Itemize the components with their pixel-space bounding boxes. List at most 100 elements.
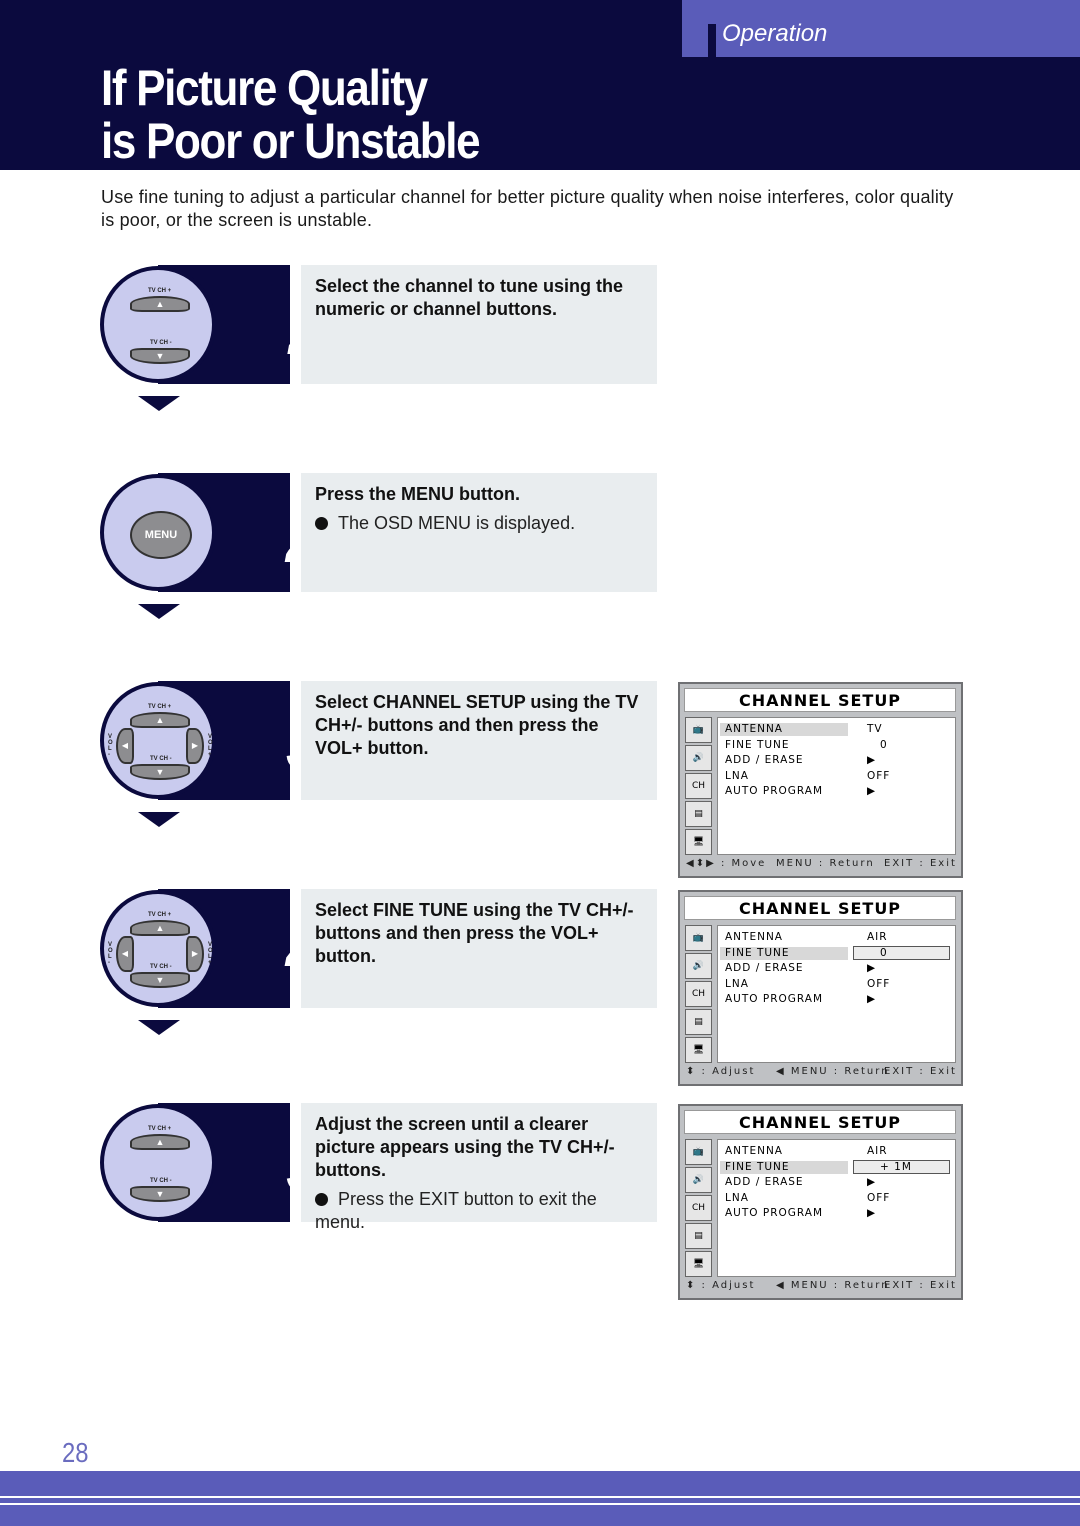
osd-row-antenna[interactable]: ANTENNA AIR — [720, 1145, 955, 1158]
osd-sidebar: 📺 🔊 CH ▤ 🖥 — [685, 925, 714, 1065]
channel-icon: CH — [685, 773, 712, 799]
remote-ch-up-down-buttons-icon: TV CH + ▲ TV CH - ▼ — [100, 266, 216, 383]
step-main-text: Press the MENU button. — [315, 484, 521, 504]
down-arrow-icon — [138, 604, 180, 619]
osd-row-add-erase[interactable]: ADD / ERASE ▶ — [720, 754, 955, 767]
osd-row-value: OFF — [867, 1191, 891, 1204]
osd-row-value: ▶ — [867, 962, 877, 974]
osd-row-value: ▶ — [867, 785, 877, 797]
osd-row-add-erase[interactable]: ADD / ERASE ▶ — [720, 962, 955, 975]
page-title-line1: If Picture Quality — [101, 60, 428, 116]
osd-row-value: + 1M — [880, 1160, 912, 1173]
down-arrow-icon — [138, 812, 180, 827]
ch-minus-label: TV CH - — [150, 340, 172, 346]
osd-row-fine-tune[interactable]: FINE TUNE + 1M — [720, 1159, 955, 1174]
osd-row-antenna[interactable]: ANTENNA TV — [720, 723, 955, 736]
osd-row-value: 0 — [880, 738, 888, 751]
osd-hint-move: ◀⬍▶ : Move — [686, 858, 767, 869]
osd-channel-setup-menu: CHANNEL SETUP 📺 🔊 CH ▤ 🖥 ANTENNA AIR FINE TU… — [678, 890, 963, 1086]
step-3: 3 TV CH + ▲ TV CH - ▼◀ ▶ VOL- VOL+ Selec… — [100, 681, 660, 827]
function-icon: ▤ — [685, 1009, 712, 1035]
footer-line — [0, 1496, 1080, 1498]
ch-minus-label: TV CH - — [150, 756, 172, 762]
picture-icon: 📺 — [685, 717, 712, 743]
osd-sidebar: 📺 🔊 CH ▤ 🖥 — [685, 717, 714, 857]
sound-icon: 🔊 — [685, 953, 712, 979]
osd-row-lna[interactable]: LNA OFF — [720, 770, 955, 783]
osd-row-value: ▶ — [867, 1207, 877, 1219]
osd-row-value: ▶ — [867, 993, 877, 1005]
osd-row-auto-program[interactable]: AUTO PROGRAM ▶ — [720, 785, 955, 798]
osd-hint-return: ◀ MENU : Return — [776, 1280, 890, 1291]
remote-ch-up-down-buttons-icon: TV CH + ▲ TV CH - ▼ — [100, 1104, 216, 1221]
osd-row-label: FINE TUNE — [725, 1160, 790, 1173]
step-main-text: Select FINE TUNE using the TV CH+/- butt… — [315, 900, 634, 966]
step-1: 1 TV CH + ▲ TV CH - ▼ Select the channel… — [100, 265, 660, 411]
section-tab-marker — [708, 24, 716, 57]
sound-icon: 🔊 — [685, 745, 712, 771]
osd-row-value: TV — [867, 723, 883, 735]
step-instruction: Adjust the screen until a clearer pictur… — [301, 1103, 657, 1232]
vol-minus-label: VOL- — [108, 942, 113, 966]
ch-down-button-icon: ▼ — [130, 764, 190, 780]
osd-hint-exit: EXIT : Exit — [884, 1280, 957, 1291]
osd-hint-return: ◀ MENU : Return — [776, 1066, 890, 1077]
vol-up-button-icon: ▶ — [186, 936, 204, 972]
osd-row-value: AIR — [867, 1145, 888, 1157]
osd-row-label: ADD / ERASE — [725, 1176, 804, 1188]
osd-row-label: AUTO PROGRAM — [725, 785, 824, 797]
step-main-text: Select the channel to tune using the num… — [315, 276, 624, 319]
picture-icon: 📺 — [685, 1139, 712, 1165]
vol-down-button-icon: ◀ — [116, 728, 134, 764]
step-instruction: Select FINE TUNE using the TV CH+/- butt… — [301, 889, 657, 1008]
osd-row-fine-tune[interactable]: FINE TUNE 0 — [720, 945, 955, 960]
osd-row-label: ADD / ERASE — [725, 754, 804, 766]
pc-icon: 🖥 — [685, 829, 712, 855]
osd-row-lna[interactable]: LNA OFF — [720, 978, 955, 991]
channel-icon: CH — [685, 1195, 712, 1221]
osd-hint-return: MENU : Return — [776, 858, 875, 869]
osd-row-add-erase[interactable]: ADD / ERASE ▶ — [720, 1176, 955, 1189]
remote-ch-vol-pad-icon: TV CH + ▲ TV CH - ▼ ◀ ▶ VOL- VOL+ — [100, 682, 216, 799]
bullet-icon — [315, 1193, 328, 1206]
step-5: 5 TV CH + ▲ TV CH - ▼ Adjust the screen … — [100, 1103, 660, 1232]
osd-hint-move: ⬍ : Adjust — [686, 1066, 756, 1077]
osd-row-value: OFF — [867, 977, 891, 990]
osd-row-label: LNA — [725, 769, 749, 782]
osd-row-auto-program[interactable]: AUTO PROGRAM ▶ — [720, 993, 955, 1006]
ch-plus-label: TV CH + — [148, 704, 172, 710]
osd-row-label: FINE TUNE — [725, 946, 790, 959]
osd-row-auto-program[interactable]: AUTO PROGRAM ▶ — [720, 1207, 955, 1220]
osd-row-label: ADD / ERASE — [725, 962, 804, 974]
section-label: Operation — [722, 20, 828, 47]
ch-plus-label: TV CH + — [148, 912, 172, 918]
osd-row-label: ANTENNA — [725, 723, 783, 735]
osd-row-label: AUTO PROGRAM — [725, 993, 824, 1005]
vol-down-button-icon: ◀ — [116, 936, 134, 972]
remote-menu-button-icon: MENU — [100, 474, 216, 591]
osd-row-antenna[interactable]: ANTENNA AIR — [720, 931, 955, 944]
ch-up-button-icon: ▲ — [130, 920, 190, 936]
down-arrow-icon — [138, 1020, 180, 1035]
osd-title: CHANNEL SETUP — [684, 688, 956, 712]
ch-minus-label: TV CH - — [150, 964, 172, 970]
step-note: The OSD MENU is displayed. — [315, 512, 643, 535]
intro-text: Use fine tuning to adjust a particular c… — [101, 187, 954, 230]
ch-plus-label: TV CH + — [148, 1126, 172, 1132]
step-note: Press the EXIT button to exit the menu. — [315, 1188, 643, 1234]
ch-down-button-icon: ▼ — [130, 348, 190, 364]
osd-row-label: AUTO PROGRAM — [725, 1207, 824, 1219]
osd-row-fine-tune[interactable]: FINE TUNE 0 — [720, 739, 955, 752]
vol-plus-label: VOL+ — [208, 942, 213, 966]
osd-row-lna[interactable]: LNA OFF — [720, 1192, 955, 1205]
ch-down-button-icon: ▼ — [130, 972, 190, 988]
page-title-line2: is Poor or Unstable — [101, 113, 481, 169]
footer-line — [0, 1503, 1080, 1505]
footer-band — [0, 1471, 1080, 1526]
osd-row-label: LNA — [725, 977, 749, 990]
vol-minus-label: VOL- — [108, 734, 113, 758]
osd-menu-body: ANTENNA TV FINE TUNE 0 ADD / ERASE ▶ LNA… — [717, 717, 956, 855]
down-arrow-icon — [138, 396, 180, 411]
osd-hint-move: ⬍ : Adjust — [686, 1280, 756, 1291]
step-main-text: Select CHANNEL SETUP using the TV CH+/- … — [315, 692, 639, 758]
